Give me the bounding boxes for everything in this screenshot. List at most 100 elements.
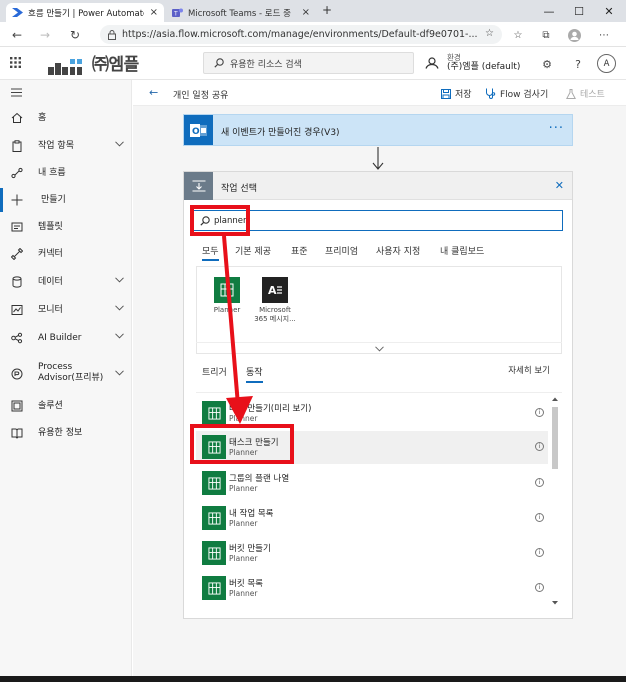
flow-checker-button[interactable]: Flow 검사기 [485, 87, 548, 100]
close-icon[interactable]: ✕ [555, 179, 564, 192]
action-name: 버킷 만들기 [229, 544, 271, 554]
nav-item-monitor[interactable]: 모니터 [0, 298, 132, 322]
tab-standard[interactable]: 표준 [291, 244, 308, 257]
environment-picker[interactable]: 환경 (주)엠플 (default) [425, 53, 520, 73]
profile-icon[interactable] [566, 27, 582, 43]
nav-item-solutions[interactable]: 솔루션 [0, 394, 132, 418]
nav-label: 템플릿 [38, 221, 63, 232]
resource-search-input[interactable]: 유용한 리소스 검색 [203, 52, 414, 74]
action-item[interactable]: 버킷 목록 Planner i [196, 572, 548, 605]
panel-title: 작업 선택 [221, 184, 257, 194]
action-item[interactable]: 그룹의 플랜 나열 Planner i [196, 467, 548, 500]
ai-builder-icon [11, 332, 23, 344]
chevron-down-icon [115, 141, 124, 147]
info-icon[interactable]: i [535, 442, 544, 451]
action-item[interactable]: 버킷 만들기 Planner i [196, 537, 548, 570]
forward-arrow-icon[interactable]: → [36, 26, 54, 43]
help-icon[interactable]: ? [569, 55, 587, 73]
company-logo[interactable]: ㈜엠플 [48, 53, 139, 75]
user-avatar[interactable]: A [597, 54, 616, 73]
connector-list: Planner A Microsoft 365 메시지... [196, 266, 562, 354]
see-more-link[interactable]: 자세히 보기 [508, 364, 550, 376]
minimize-button[interactable]: — [534, 0, 564, 22]
close-tab-icon[interactable]: × [150, 7, 158, 18]
nav-item-process-advisor[interactable]: Process Advisor(프리뷰) [0, 359, 132, 389]
hamburger-menu-icon[interactable] [11, 88, 22, 97]
more-menu-icon[interactable]: ⋯ [596, 27, 612, 43]
subtab-triggers[interactable]: 트리거 [202, 365, 227, 378]
favorites-icon[interactable]: ☆ [510, 27, 526, 43]
search-icon [214, 58, 224, 68]
process-advisor-icon [11, 368, 23, 380]
collections-icon[interactable]: ⧉ [538, 27, 554, 43]
nav-item-create[interactable]: 만들기 [0, 188, 132, 212]
tab-custom[interactable]: 사용자 지정 [376, 244, 420, 257]
connector-name: Microsoft 365 메시지... [245, 306, 305, 324]
test-button[interactable]: 테스트 [566, 87, 605, 100]
action-item[interactable]: 내 작업 목록 Planner i [196, 502, 548, 535]
address-bar[interactable]: https://asia.flow.microsoft.com/manage/e… [100, 25, 502, 44]
chevron-down-icon [115, 333, 124, 339]
nav-item-action-items[interactable]: 작업 항목 [0, 134, 132, 158]
test-label: 테스트 [580, 90, 605, 100]
save-button[interactable]: 저장 [441, 87, 472, 100]
nav-label: 데이터 [38, 276, 63, 287]
action-connector: Planner [229, 484, 258, 493]
close-window-button[interactable]: ✕ [594, 0, 624, 22]
stethoscope-icon [486, 88, 496, 99]
connector-m365-message-center[interactable]: A Microsoft 365 메시지... [245, 277, 305, 324]
tab-title: Microsoft Teams - 로드 중 [188, 8, 291, 19]
solution-icon [11, 400, 23, 412]
flow-name: 개인 일정 공유 [173, 91, 229, 101]
logo-mark-icon [48, 59, 82, 75]
info-icon[interactable]: i [535, 478, 544, 487]
nav-item-learn[interactable]: 유용한 정보 [0, 421, 132, 445]
settings-gear-icon[interactable]: ⚙ [538, 55, 556, 73]
nav-label: 홈 [38, 112, 47, 123]
browser-toolbar: ← → ↻ https://asia.flow.microsoft.com/ma… [0, 22, 626, 47]
refresh-icon[interactable]: ↻ [66, 26, 84, 43]
action-connector: Planner [229, 554, 258, 563]
nav-item-my-flows[interactable]: 내 흐름 [0, 161, 132, 185]
favorite-star-icon[interactable]: ☆ [485, 28, 494, 39]
info-icon[interactable]: i [535, 513, 544, 522]
browser-tab-teams[interactable]: T Microsoft Teams - 로드 중 × [166, 3, 316, 22]
tab-built-in[interactable]: 기본 제공 [235, 244, 271, 257]
chevron-down-icon [115, 370, 124, 376]
info-icon[interactable]: i [535, 408, 544, 417]
flask-icon [566, 88, 576, 99]
nav-item-ai-builder[interactable]: AI Builder [0, 326, 132, 350]
nav-label-line1: Process [38, 362, 73, 372]
url-text: https://asia.flow.microsoft.com/manage/e… [122, 29, 478, 40]
tab-premium[interactable]: 프리미엄 [325, 244, 358, 257]
save-icon [441, 88, 451, 99]
subtab-actions[interactable]: 동작 [246, 365, 263, 383]
plus-icon [11, 194, 23, 206]
tab-all[interactable]: 모두 [202, 244, 219, 261]
nav-item-connectors[interactable]: 커넥터 [0, 242, 132, 266]
monitor-icon [11, 305, 23, 315]
scrollbar-thumb[interactable] [552, 407, 558, 469]
back-arrow-icon[interactable]: ← [149, 86, 158, 99]
info-icon[interactable]: i [535, 583, 544, 592]
teams-icon: T [172, 8, 183, 17]
nav-item-templates[interactable]: 템플릿 [0, 215, 132, 239]
info-icon[interactable]: i [535, 548, 544, 557]
close-tab-icon[interactable]: × [302, 7, 310, 18]
trigger-card[interactable]: O 새 이벤트가 만들어진 경우(V3) ··· [183, 114, 573, 146]
maximize-button[interactable]: ☐ [564, 0, 594, 22]
tab-my-clipboard[interactable]: 내 클립보드 [440, 244, 484, 257]
annotation-highlight-search [190, 205, 250, 236]
browser-tab-power-automate[interactable]: 흐름 만들기 | Power Automate × [6, 3, 164, 22]
environment-icon [425, 57, 439, 69]
app-launcher-icon[interactable] [10, 57, 21, 68]
nav-item-data[interactable]: 데이터 [0, 270, 132, 294]
expand-connectors-button[interactable] [196, 342, 562, 354]
tab-title: 흐름 만들기 | Power Automate [28, 8, 144, 19]
chevron-down-icon [374, 345, 384, 352]
nav-item-home[interactable]: 홈 [0, 106, 132, 130]
left-navigation: 홈 작업 항목 내 흐름 만들기 템플릿 커넥터 데이터 모니터 AI Buil… [0, 80, 132, 682]
new-tab-button[interactable]: + [322, 3, 332, 17]
back-arrow-icon[interactable]: ← [8, 26, 26, 43]
more-options-icon[interactable]: ··· [549, 121, 564, 136]
